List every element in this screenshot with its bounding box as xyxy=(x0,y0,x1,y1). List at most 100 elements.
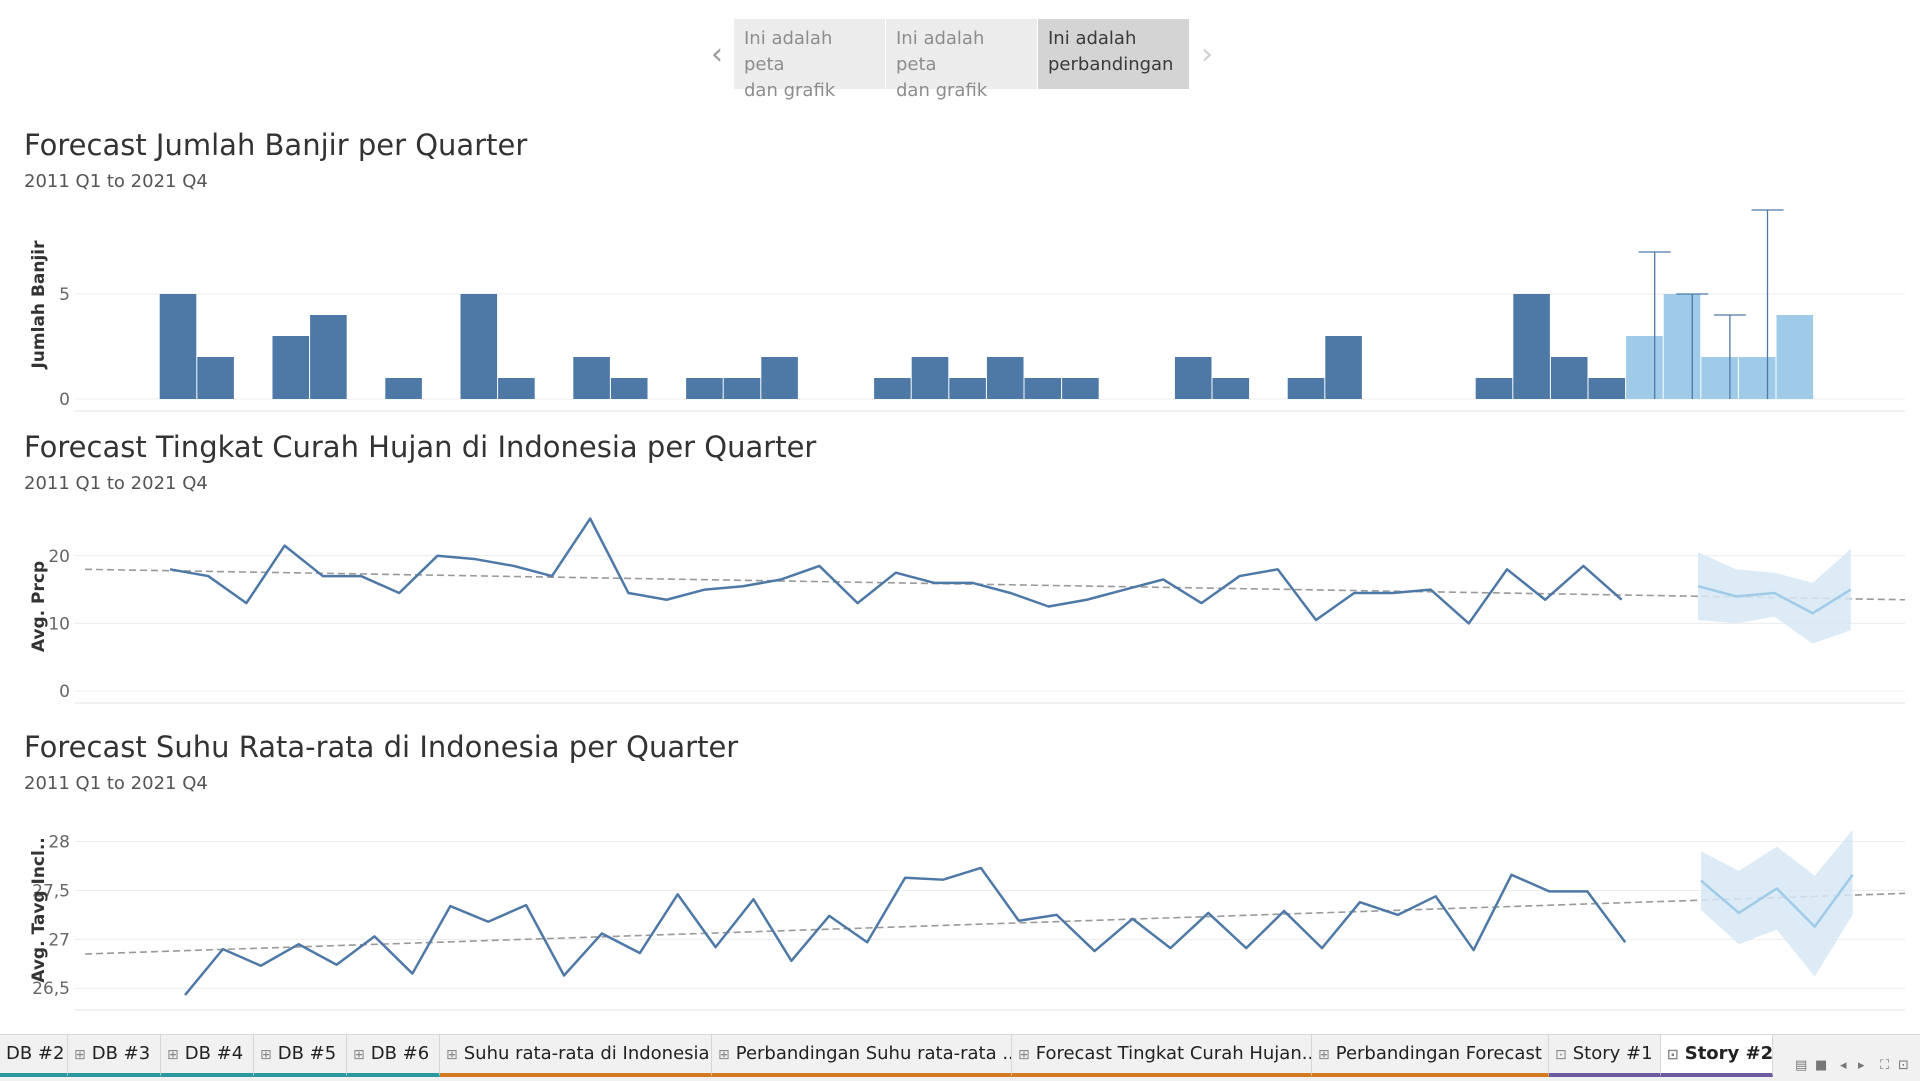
bar-actual[interactable] xyxy=(911,357,949,399)
panel-subtitle: 2011 Q1 to 2021 Q4 xyxy=(24,171,208,192)
story-icon: ⊡ xyxy=(1667,1047,1679,1063)
sheet-tab-label: DB #5 xyxy=(277,1043,337,1064)
bar-forecast[interactable] xyxy=(1738,357,1776,399)
bar-forecast[interactable] xyxy=(1626,336,1663,399)
curah-hujan-chart[interactable]: 010202011 Q22012 Q22013 Q22014 Q22015 Q2… xyxy=(0,500,1920,720)
trend-line xyxy=(84,892,1906,955)
banjir-chart[interactable]: 052011 Q22012 Q22013 Q22014 Q22015 Q2201… xyxy=(0,198,1920,418)
bar-actual[interactable] xyxy=(1550,357,1588,399)
suhu-panel: Forecast Suhu Rata-rata di Indonesia per… xyxy=(0,730,1920,1020)
y-tick-label: 28 xyxy=(48,833,70,853)
sheet-tab[interactable]: ⊞ DB #4 xyxy=(161,1035,254,1077)
sheet-tab-label: Perbandingan Forecast xyxy=(1335,1043,1542,1064)
sheet-tab[interactable]: ⊞ Suhu rata-rata di Indonesia xyxy=(440,1035,712,1077)
sheet-tab-label: DB #4 xyxy=(184,1043,244,1064)
story-navigator: ‹ Ini adalah peta dan grafik Ini adalah … xyxy=(700,19,1224,101)
sheet-tab-label: DB #3 xyxy=(91,1043,151,1064)
bar-actual[interactable] xyxy=(310,315,347,399)
panel-title: Forecast Jumlah Banjir per Quarter xyxy=(24,128,528,162)
story-icon: ⊡ xyxy=(1555,1047,1567,1063)
story-point-line1: Ini adalah xyxy=(1048,28,1137,49)
sheet-tab[interactable]: ⊡ Story #2 xyxy=(1661,1035,1773,1077)
sheet-tab-label: Story #1 xyxy=(1572,1043,1653,1064)
bar-actual[interactable] xyxy=(573,357,610,399)
sheet-tab-label: Forecast Tingkat Curah Hujan... xyxy=(1035,1043,1312,1064)
sheet-tab-label: DB #2 xyxy=(6,1043,65,1064)
chevron-left-icon[interactable]: ‹ xyxy=(700,19,734,89)
y-axis-label: Avg. Prcp xyxy=(29,561,49,652)
bar-actual[interactable] xyxy=(1212,378,1250,399)
dashboard-icon: ⊞ xyxy=(1018,1047,1030,1063)
scroll-left-icon[interactable]: ◂ xyxy=(1840,1058,1847,1073)
sheet-tab-label: Suhu rata-rata di Indonesia xyxy=(463,1043,710,1064)
panel-title: Forecast Suhu Rata-rata di Indonesia per… xyxy=(24,730,739,764)
chevron-right-icon[interactable]: › xyxy=(1190,19,1224,89)
story-point-1[interactable]: Ini adalah peta dan grafik xyxy=(734,19,885,101)
filmstrip-icon[interactable]: ■ xyxy=(1815,1058,1827,1073)
dashboard-icon: ⊞ xyxy=(260,1047,272,1063)
sheet-tab[interactable]: ⊞ Perbandingan Forecast xyxy=(1312,1035,1549,1077)
bar-actual[interactable] xyxy=(1287,378,1325,399)
story-point-2[interactable]: Ini adalah peta dan grafik xyxy=(886,19,1037,101)
present-icon[interactable]: ⊡ xyxy=(1898,1058,1909,1073)
bar-actual[interactable] xyxy=(986,357,1024,399)
bar-forecast[interactable] xyxy=(1776,315,1814,399)
sheet-tab[interactable]: ⊞ DB #3 xyxy=(68,1035,161,1077)
sheet-tab[interactable]: ⊞ Perbandingan Suhu rata-rata ... xyxy=(712,1035,1012,1077)
dashboard-icon: ⊞ xyxy=(1318,1047,1330,1063)
dashboard-icon: ⊞ xyxy=(353,1047,365,1063)
y-tick-label: 10 xyxy=(48,614,70,634)
bar-actual[interactable] xyxy=(949,378,986,399)
bar-actual[interactable] xyxy=(761,357,798,399)
bar-actual[interactable] xyxy=(874,378,911,399)
panel-title: Forecast Tingkat Curah Hujan di Indonesi… xyxy=(24,430,817,464)
story-point-line2: perbandingan xyxy=(1048,54,1174,75)
sheet-tab-label: Perbandingan Suhu rata-rata ... xyxy=(735,1043,1012,1064)
bar-actual[interactable] xyxy=(1513,294,1550,399)
story-point-line2: dan grafik xyxy=(896,80,988,101)
sheet-tab[interactable]: ⊞ Forecast Tingkat Curah Hujan... xyxy=(1012,1035,1312,1077)
bar-actual[interactable] xyxy=(498,378,535,399)
bar-actual[interactable] xyxy=(272,336,310,399)
bar-actual[interactable] xyxy=(1325,336,1362,399)
sheet-tab[interactable]: ⊡ Story #1 xyxy=(1549,1035,1661,1077)
fit-icon[interactable]: ⛶ xyxy=(1880,1058,1889,1073)
bar-actual[interactable] xyxy=(1588,378,1626,399)
line-actual[interactable] xyxy=(184,866,1627,996)
forecast-band xyxy=(1701,829,1853,977)
bar-forecast[interactable] xyxy=(1663,294,1701,399)
dashboard-icon: ⊞ xyxy=(446,1047,458,1063)
y-tick-label: 0 xyxy=(59,682,70,702)
line-actual[interactable] xyxy=(169,517,1623,625)
story-point-line2: dan grafik xyxy=(744,80,836,101)
sheet-tab[interactable]: DB #2 xyxy=(0,1035,68,1077)
bar-actual[interactable] xyxy=(1174,357,1212,399)
scroll-right-icon[interactable]: ▸ xyxy=(1858,1058,1865,1073)
sheet-tab-label: Story #2 xyxy=(1684,1043,1773,1064)
bar-actual[interactable] xyxy=(385,378,422,399)
y-axis-label: Avg. Tavg Incl.. xyxy=(29,837,49,982)
bar-actual[interactable] xyxy=(460,294,498,399)
bar-actual[interactable] xyxy=(1062,378,1099,399)
sheet-tab[interactable]: ⊞ DB #6 xyxy=(347,1035,440,1077)
bar-actual[interactable] xyxy=(1475,378,1513,399)
sheet-sorter-icon[interactable]: ▤ xyxy=(1795,1058,1807,1073)
sheet-tab-bar: DB #2 ⊞ DB #3 ⊞ DB #4 ⊞ DB #5 ⊞ DB #6 ⊞ Suhu rata-… xyxy=(0,1034,1920,1081)
bar-actual[interactable] xyxy=(723,378,761,399)
bar-actual[interactable] xyxy=(686,378,723,399)
y-tick-label: 20 xyxy=(48,547,70,567)
story-point-line1: Ini adalah peta xyxy=(744,28,833,75)
suhu-chart[interactable]: 26,52727,5282011 Q22012 Q22013 Q22014 Q2… xyxy=(0,800,1920,1020)
dashboard-icon: ⊞ xyxy=(718,1047,730,1063)
sheet-tab[interactable]: ⊞ DB #5 xyxy=(254,1035,347,1077)
y-tick-label: 27 xyxy=(48,930,70,950)
y-tick-label: 0 xyxy=(59,390,70,410)
bar-actual[interactable] xyxy=(1024,378,1062,399)
bar-actual[interactable] xyxy=(159,294,197,399)
bar-forecast[interactable] xyxy=(1701,357,1738,399)
bar-actual[interactable] xyxy=(197,357,234,399)
bar-actual[interactable] xyxy=(610,378,648,399)
curah-hujan-panel: Forecast Tingkat Curah Hujan di Indonesi… xyxy=(0,430,1920,720)
dashboard-icon: ⊞ xyxy=(74,1047,86,1063)
story-point-3[interactable]: Ini adalah perbandingan xyxy=(1038,19,1189,89)
